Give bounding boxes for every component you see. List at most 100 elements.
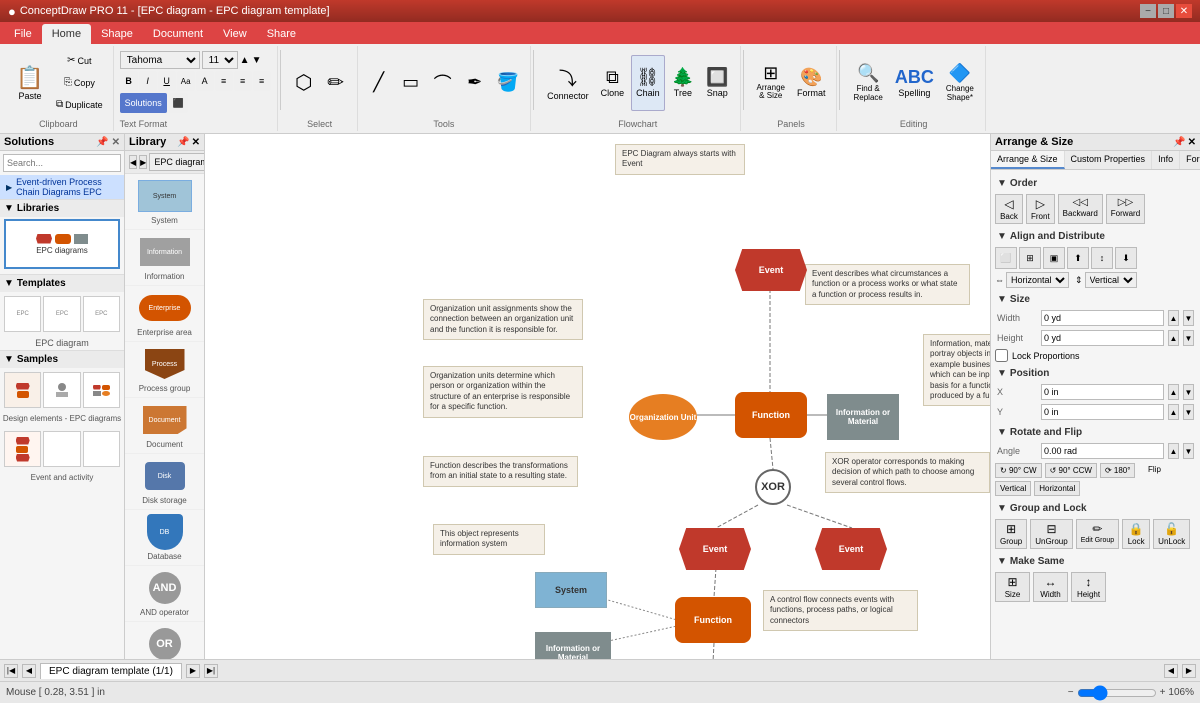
- tree-button[interactable]: 🌲 Tree: [667, 55, 699, 111]
- sample-thumb-3[interactable]: [83, 372, 120, 408]
- right-panel-close-icon[interactable]: ✕: [1188, 137, 1196, 148]
- template-thumb-2[interactable]: EPC: [43, 296, 80, 332]
- bold-button[interactable]: B: [120, 71, 138, 91]
- sample2-thumb-3[interactable]: [83, 431, 120, 467]
- section-order[interactable]: ▼ Order: [995, 174, 1196, 191]
- horizontal-select[interactable]: Horizontal: [1006, 272, 1069, 288]
- canvas-info-1[interactable]: Information or Material: [827, 394, 899, 440]
- section-position[interactable]: ▼ Position: [995, 364, 1196, 381]
- section-templates[interactable]: ▼ Templates: [0, 274, 124, 292]
- select-tool-button[interactable]: ⬡: [289, 55, 319, 111]
- back-button[interactable]: ◁ Back: [995, 194, 1023, 224]
- text-align-right-button[interactable]: ≡: [253, 71, 271, 91]
- lib-item-enterprise[interactable]: Enterprise Enterprise area: [125, 286, 204, 342]
- lib-item-and[interactable]: AND AND operator: [125, 566, 204, 622]
- library-category-dropdown[interactable]: EPC diagrams: [149, 153, 205, 171]
- line-tool-button[interactable]: ╱: [364, 55, 394, 111]
- lib-item-or[interactable]: OR OR: [125, 622, 204, 659]
- library-pin-icon[interactable]: 📌: [177, 137, 189, 148]
- page-scroll-left[interactable]: ◀: [1164, 664, 1178, 678]
- tab-shape[interactable]: Shape: [91, 24, 143, 44]
- tab-format[interactable]: Format: [1180, 151, 1200, 169]
- same-height-button[interactable]: ↕ Height: [1071, 572, 1106, 602]
- y-up-btn[interactable]: ▲: [1168, 404, 1179, 420]
- vertical-select[interactable]: Vertical: [1085, 272, 1137, 288]
- zoom-in-icon[interactable]: +: [1160, 687, 1166, 698]
- angle-input[interactable]: [1041, 443, 1164, 459]
- same-width-button[interactable]: ↔ Width: [1033, 572, 1068, 602]
- canvas-event-1[interactable]: Event: [735, 249, 807, 291]
- lib-item-process[interactable]: Process Process group: [125, 342, 204, 398]
- section-make-same[interactable]: ▼ Make Same: [995, 552, 1196, 569]
- cut-button[interactable]: ✂ Cut: [52, 51, 107, 71]
- x-up-btn[interactable]: ▲: [1168, 384, 1179, 400]
- page-nav-last[interactable]: ▶|: [204, 664, 218, 678]
- solutions-search-input[interactable]: [3, 154, 121, 172]
- font-size-down-icon[interactable]: ▼: [252, 55, 262, 66]
- width-up-btn[interactable]: ▲: [1168, 310, 1179, 326]
- same-size-button[interactable]: ⊞ Size: [995, 572, 1030, 602]
- canvas-event-3[interactable]: Event: [815, 528, 887, 570]
- canvas-function-2[interactable]: Function: [675, 597, 751, 643]
- right-panel-pin-icon[interactable]: 📌: [1173, 137, 1185, 148]
- forward-button[interactable]: ▷▷ Forward: [1106, 194, 1145, 224]
- zoom-out-icon[interactable]: −: [1068, 687, 1074, 698]
- sample-thumb-1[interactable]: [4, 372, 41, 408]
- lib-item-system[interactable]: System System: [125, 174, 204, 230]
- x-down-btn[interactable]: ▼: [1183, 384, 1194, 400]
- sample2-thumb-1[interactable]: [4, 431, 41, 467]
- rotate-180-button[interactable]: ⟳ 180°: [1100, 463, 1135, 478]
- section-rotate[interactable]: ▼ Rotate and Flip: [995, 423, 1196, 440]
- front-button[interactable]: ▷ Front: [1026, 194, 1055, 224]
- height-down-btn[interactable]: ▼: [1183, 330, 1194, 346]
- backward-button[interactable]: ◁◁ Backward: [1058, 194, 1103, 224]
- clone-button[interactable]: ⧉ Clone: [596, 55, 630, 111]
- section-group[interactable]: ▼ Group and Lock: [995, 499, 1196, 516]
- height-input[interactable]: [1041, 330, 1164, 346]
- solutions-close-icon[interactable]: ✕: [112, 137, 120, 148]
- text-align-center-button[interactable]: ≡: [234, 71, 252, 91]
- tab-view[interactable]: View: [213, 24, 257, 44]
- tab-custom-props[interactable]: Custom Properties: [1065, 151, 1153, 169]
- solutions-button[interactable]: Solutions: [120, 93, 167, 113]
- template-thumb-1[interactable]: EPC: [4, 296, 41, 332]
- rotate-90cw-button[interactable]: ↻ 90° CW: [995, 463, 1042, 478]
- canvas-xor-1[interactable]: XOR: [755, 469, 791, 505]
- page-scroll-right[interactable]: ▶: [1182, 664, 1196, 678]
- flip-horizontal-button[interactable]: Horizontal: [1034, 481, 1080, 496]
- angle-up-btn[interactable]: ▲: [1168, 443, 1179, 459]
- copy-button[interactable]: ⎘ Copy: [52, 73, 107, 93]
- italic-button[interactable]: I: [139, 71, 157, 91]
- format-extra-button[interactable]: ⬛: [169, 93, 188, 113]
- solutions-pin-icon[interactable]: 📌: [96, 137, 108, 148]
- flip-vertical-button[interactable]: Vertical: [995, 481, 1031, 496]
- tab-document[interactable]: Document: [143, 24, 213, 44]
- canvas-org-1[interactable]: Organization Unit: [629, 394, 697, 440]
- sample2-thumb-2[interactable]: [43, 431, 80, 467]
- curve-tool-button[interactable]: ⌒: [428, 55, 458, 111]
- unlock-button[interactable]: 🔓 UnLock: [1153, 519, 1190, 549]
- page-nav-prev[interactable]: ◀: [22, 664, 36, 678]
- rect-tool-button[interactable]: ▭: [396, 55, 426, 111]
- align-right-button[interactable]: ▣: [1043, 247, 1065, 269]
- text-style-aa-button[interactable]: Aa: [177, 71, 195, 91]
- connector-button[interactable]: ⤵ Connector: [542, 55, 594, 111]
- section-size[interactable]: ▼ Size: [995, 290, 1196, 307]
- align-middle-button[interactable]: ↕: [1091, 247, 1113, 269]
- find-replace-button[interactable]: 🔍 Find &Replace: [848, 55, 887, 111]
- zoom-slider[interactable]: [1077, 687, 1157, 699]
- section-libraries[interactable]: ▼ Libraries: [0, 199, 124, 217]
- font-size-select[interactable]: 11: [202, 51, 238, 69]
- angle-down-btn[interactable]: ▼: [1183, 443, 1194, 459]
- solution-item-epc[interactable]: ▶ Event-driven Process Chain Diagrams EP…: [0, 175, 124, 199]
- maximize-button[interactable]: □: [1158, 4, 1174, 18]
- format-panel-button[interactable]: 🎨 Format: [792, 55, 831, 111]
- font-size-up-icon[interactable]: ▲: [240, 55, 250, 66]
- underline-button[interactable]: U: [158, 71, 176, 91]
- close-button[interactable]: ✕: [1176, 4, 1192, 18]
- y-input[interactable]: [1041, 404, 1164, 420]
- library-nav-back[interactable]: ◀: [129, 155, 137, 169]
- tab-file[interactable]: File: [4, 24, 42, 44]
- page-nav-first[interactable]: |◀: [4, 664, 18, 678]
- canvas-info-2[interactable]: Information or Material: [535, 632, 611, 659]
